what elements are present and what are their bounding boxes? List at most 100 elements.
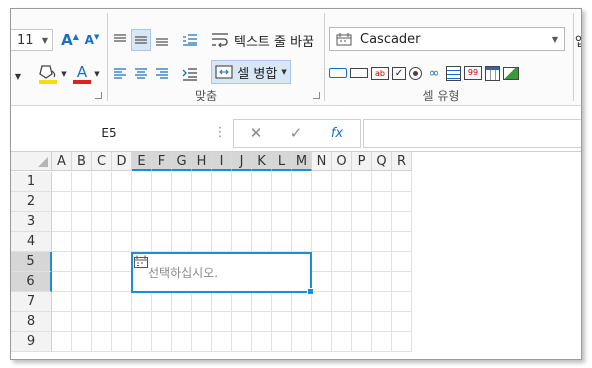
row-header[interactable]: 7 [11, 292, 52, 312]
grid-cell[interactable] [112, 312, 132, 332]
grid-cell[interactable] [252, 192, 272, 212]
grid-cell[interactable] [352, 212, 372, 232]
grid-cell[interactable] [352, 252, 372, 272]
grid-cell[interactable] [232, 312, 252, 332]
hyperlink-celltype-icon[interactable]: ∞ [425, 67, 443, 80]
grid-cell[interactable] [372, 232, 392, 252]
grid-cell[interactable] [352, 272, 372, 292]
confirm-edit-icon[interactable]: ✓ [286, 123, 306, 143]
grid-cell[interactable] [192, 232, 212, 252]
font-color-button[interactable]: A ▼ [67, 61, 105, 87]
align-center-button[interactable] [131, 63, 151, 85]
radio-celltype-icon[interactable] [409, 66, 422, 80]
grid-cell[interactable] [312, 232, 332, 252]
grid-cell[interactable] [392, 312, 412, 332]
grid-cell[interactable] [92, 332, 112, 352]
fill-handle[interactable] [307, 288, 314, 295]
grid-cell[interactable] [172, 232, 192, 252]
column-header[interactable]: B [72, 152, 92, 171]
grid-cell[interactable] [372, 212, 392, 232]
grid-cell[interactable] [332, 172, 352, 192]
grid-cell[interactable] [172, 292, 192, 312]
grid-cell[interactable] [292, 212, 312, 232]
grid-cell[interactable] [252, 312, 272, 332]
list-celltype-icon[interactable] [446, 65, 461, 81]
grid-cell[interactable] [92, 232, 112, 252]
grid-cell[interactable] [92, 212, 112, 232]
grid-cell[interactable] [72, 292, 92, 312]
grid-cell[interactable] [232, 212, 252, 232]
merge-cells-button[interactable]: 셀 병합 ▼ [211, 60, 291, 84]
column-header[interactable]: F [152, 152, 172, 171]
column-header[interactable]: C [92, 152, 112, 171]
grid-cell[interactable] [372, 332, 392, 352]
grid-cell[interactable] [52, 292, 72, 312]
grid-cell[interactable] [372, 312, 392, 332]
grid-cell[interactable] [352, 232, 372, 252]
grid-cell[interactable] [312, 332, 332, 352]
column-header[interactable]: P [352, 152, 372, 171]
grid-cell[interactable] [392, 292, 412, 312]
grid-cell[interactable] [152, 292, 172, 312]
more-options-icon[interactable]: ⋮ [213, 119, 227, 147]
grid-cell[interactable] [332, 252, 352, 272]
grid-cell[interactable] [392, 212, 412, 232]
column-header[interactable]: R [392, 152, 412, 171]
number-celltype-icon[interactable]: 99 [464, 66, 482, 80]
grid-cell[interactable] [332, 332, 352, 352]
grid-cell[interactable] [132, 172, 152, 192]
row-header[interactable]: 5 [11, 252, 52, 272]
grid-cell[interactable] [292, 232, 312, 252]
column-header[interactable]: O [332, 152, 352, 171]
column-header[interactable]: K [252, 152, 272, 171]
grid-cell[interactable] [112, 332, 132, 352]
align-middle-button[interactable] [131, 29, 151, 51]
grid-cell[interactable] [232, 292, 252, 312]
checkbox-celltype-icon[interactable]: ✓ [392, 66, 406, 80]
font-size-select[interactable]: 11 ▼ [11, 29, 53, 51]
grid-cell[interactable] [352, 192, 372, 212]
grid-cell[interactable] [272, 292, 292, 312]
grid-cell[interactable] [52, 212, 72, 232]
orientation-button[interactable] [179, 29, 201, 51]
selected-range[interactable]: 선택하십시오. [131, 252, 314, 295]
align-bottom-button[interactable] [152, 29, 172, 51]
grid-cell[interactable] [112, 172, 132, 192]
more-font-chevron-icon[interactable]: ▼ [11, 65, 25, 87]
name-box[interactable]: E5 [11, 119, 207, 147]
grid-cell[interactable] [132, 212, 152, 232]
grid-cell[interactable] [152, 312, 172, 332]
grid-cell[interactable] [332, 232, 352, 252]
grid-cell[interactable] [332, 292, 352, 312]
grid-cell[interactable] [92, 192, 112, 212]
grid-cell[interactable] [232, 172, 252, 192]
grid-cell[interactable] [312, 292, 332, 312]
grid-cell[interactable] [112, 232, 132, 252]
grid-cell[interactable] [132, 192, 152, 212]
grid-cell[interactable] [72, 252, 92, 272]
grid-cell[interactable] [332, 272, 352, 292]
grid-cell[interactable] [152, 192, 172, 212]
grid-cell[interactable] [392, 252, 412, 272]
grid-cell[interactable] [272, 232, 292, 252]
grid-cell[interactable] [132, 232, 152, 252]
grid-cell[interactable] [132, 312, 152, 332]
textbox-celltype-icon[interactable] [350, 68, 368, 78]
row-header[interactable]: 8 [11, 312, 52, 332]
alignment-group-launcher-icon[interactable] [313, 92, 320, 99]
grid-cell[interactable] [72, 192, 92, 212]
column-header[interactable]: L [272, 152, 292, 171]
grid-cell[interactable] [212, 232, 232, 252]
grid-cell[interactable] [72, 312, 92, 332]
grid-cell[interactable] [392, 192, 412, 212]
grid-cell[interactable] [52, 312, 72, 332]
grid-cell[interactable] [372, 172, 392, 192]
grid-cell[interactable] [192, 332, 212, 352]
grid-cell[interactable] [332, 192, 352, 212]
grid-cell[interactable] [312, 272, 332, 292]
grid-cell[interactable] [172, 192, 192, 212]
font-group-launcher-icon[interactable] [95, 92, 102, 99]
row-header[interactable]: 6 [11, 272, 52, 292]
indent-button[interactable] [179, 63, 201, 85]
grid-cell[interactable] [352, 332, 372, 352]
